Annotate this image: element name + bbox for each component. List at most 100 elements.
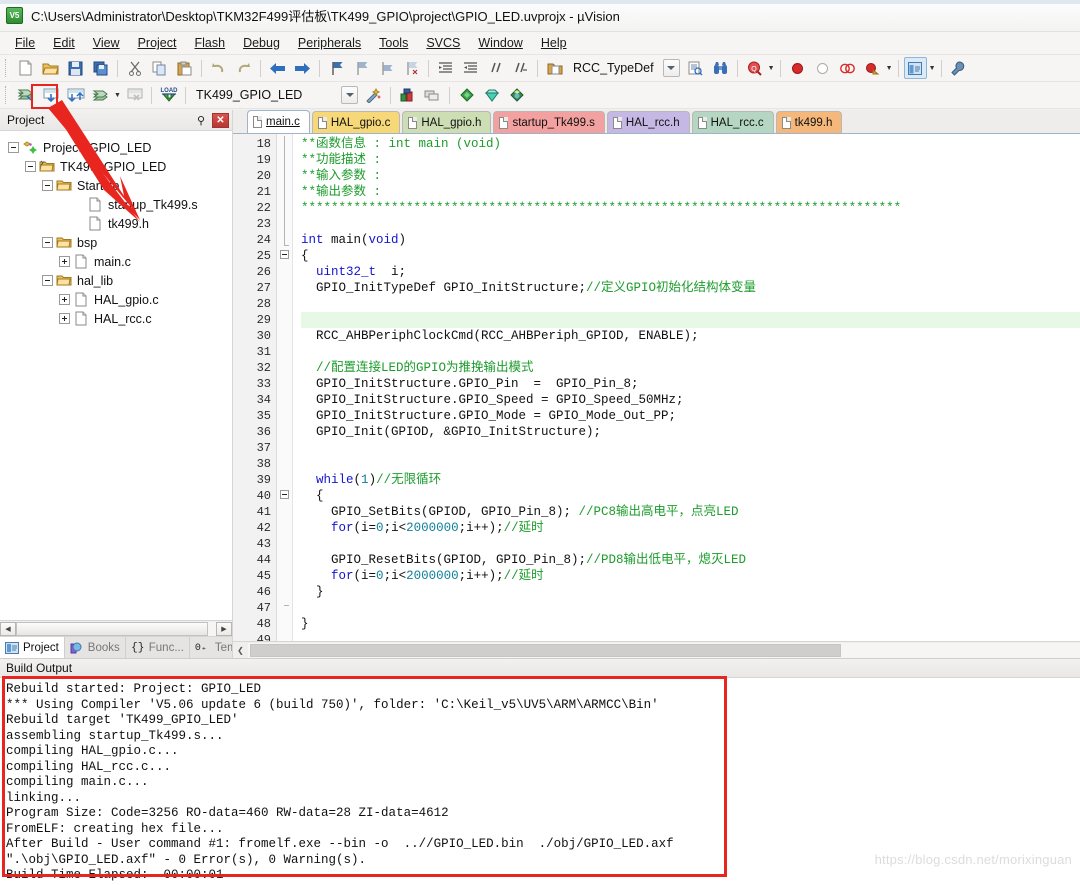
target-selector-value[interactable]: TK499_GPIO_LED	[190, 88, 338, 102]
select-software-packs-icon[interactable]	[505, 84, 528, 106]
tree-node-startup-file[interactable]: startup_Tk499.s	[0, 195, 232, 214]
expander-minus-icon[interactable]	[42, 237, 53, 248]
options-for-target-icon[interactable]	[362, 84, 385, 106]
multi-project-icon[interactable]	[421, 84, 444, 106]
tree-node-project[interactable]: Project: GPIO_LED	[0, 138, 232, 157]
undo-icon[interactable]	[207, 57, 230, 79]
pack-installer-icon[interactable]	[455, 84, 478, 106]
tab-templates[interactable]: 0₊ Temp...	[189, 637, 232, 658]
bookmark-prev-icon[interactable]	[350, 57, 373, 79]
tab-books[interactable]: Books	[64, 637, 126, 658]
manage-project-items-icon[interactable]	[396, 84, 419, 106]
indent-icon[interactable]	[434, 57, 457, 79]
editor-hscroll-track[interactable]	[248, 642, 1080, 658]
menu-debug[interactable]: Debug	[234, 33, 289, 53]
configure-tools-icon[interactable]	[947, 57, 970, 79]
translate-file-icon[interactable]	[14, 84, 37, 106]
build-toolbar-grip[interactable]	[5, 86, 9, 104]
navigate-back-icon[interactable]	[266, 57, 289, 79]
outdent-icon[interactable]	[459, 57, 482, 79]
build-target-icon[interactable]	[39, 84, 62, 106]
editor-tab-hal-gpio-c[interactable]: HAL_gpio.c	[311, 111, 401, 133]
scroll-left-icon[interactable]: ◀	[0, 621, 16, 636]
tree-node-hal-lib-group[interactable]: hal_lib	[0, 271, 232, 290]
editor-tab-tk499-h[interactable]: tk499.h	[775, 111, 843, 133]
project-panel-hscrollbar[interactable]: ◀ ▶	[0, 620, 232, 636]
bookmark-next-icon[interactable]	[375, 57, 398, 79]
fold-toggle-box[interactable]	[280, 490, 289, 499]
code-text[interactable]: **函数信息 : int main (void) **功能描述 : **输入参数 :…	[293, 134, 1080, 641]
code-editor[interactable]: 18 19 20 21 22 23 24 25 26 27 28 29 30 31 32 33 34 35 36 37…	[233, 134, 1080, 641]
kill-all-breakpoints-icon[interactable]	[836, 57, 859, 79]
disable-breakpoint-icon[interactable]	[811, 57, 834, 79]
tree-node-startup-group[interactable]: StartUp	[0, 176, 232, 195]
editor-tab-hal-rcc-c[interactable]: HAL_rcc.c	[691, 111, 774, 133]
bookmark-clear-icon[interactable]	[400, 57, 423, 79]
scroll-right-icon[interactable]: ▶	[216, 621, 232, 636]
download-load-icon[interactable]: LOAD	[157, 84, 180, 106]
disable-all-breakpoints-icon[interactable]	[861, 57, 884, 79]
cut-icon[interactable]	[123, 57, 146, 79]
batch-build-caret-icon[interactable]: ▼	[113, 85, 122, 105]
hscroll-thumb[interactable]	[16, 621, 208, 636]
tree-node-hal-rcc-c[interactable]: HAL_rcc.c	[0, 309, 232, 328]
batch-build-icon[interactable]	[89, 84, 112, 106]
layout-dropdown-caret-icon[interactable]: ▼	[928, 58, 937, 78]
close-icon[interactable]: ✕	[212, 112, 229, 128]
redo-icon[interactable]	[232, 57, 255, 79]
tree-node-hal-gpio-c[interactable]: HAL_gpio.c	[0, 290, 232, 309]
uncomment-icon[interactable]	[509, 57, 532, 79]
tree-node-bsp-group[interactable]: bsp	[0, 233, 232, 252]
editor-tab-hal-rcc-h[interactable]: HAL_rcc.h	[606, 111, 690, 133]
save-all-icon[interactable]	[89, 57, 112, 79]
tree-node-target[interactable]: TK499_GPIO_LED	[0, 157, 232, 176]
manage-run-time-environment-icon[interactable]	[480, 84, 503, 106]
chevron-down-icon[interactable]	[662, 59, 680, 77]
code-folding-column[interactable]	[277, 134, 293, 641]
breakpoints-dropdown-caret-icon[interactable]: ▼	[885, 58, 894, 78]
tab-project[interactable]: Project	[0, 637, 65, 658]
new-file-icon[interactable]	[14, 57, 37, 79]
pin-icon[interactable]: ⚲	[193, 112, 209, 128]
menu-view[interactable]: View	[84, 33, 129, 53]
editor-tab-main-c[interactable]: main.c	[247, 110, 310, 133]
editor-tab-hal-gpio-h[interactable]: HAL_gpio.h	[402, 111, 492, 133]
expander-plus-icon[interactable]	[59, 294, 70, 305]
expander-minus-icon[interactable]	[42, 275, 53, 286]
expander-minus-icon[interactable]	[42, 180, 53, 191]
open-include-icon[interactable]	[543, 57, 566, 79]
expander-plus-icon[interactable]	[59, 313, 70, 324]
comment-icon[interactable]	[484, 57, 507, 79]
open-file-icon[interactable]	[39, 57, 62, 79]
binoculars-find-icon[interactable]	[709, 57, 732, 79]
expander-plus-icon[interactable]	[59, 256, 70, 267]
project-tree[interactable]: Project: GPIO_LED TK499_GPIO_LED StartUp…	[0, 131, 232, 620]
insert-breakpoint-icon[interactable]	[786, 57, 809, 79]
navigate-forward-icon[interactable]	[291, 57, 314, 79]
scroll-left-icon[interactable]: ❮	[233, 643, 248, 658]
editor-hscrollbar[interactable]: ❮	[233, 641, 1080, 658]
toolbar-grip[interactable]	[5, 59, 9, 77]
menu-svcs[interactable]: SVCS	[417, 33, 469, 53]
editor-tab-startup-s[interactable]: startup_Tk499.s	[493, 111, 605, 133]
rebuild-all-icon[interactable]	[64, 84, 87, 106]
menu-help[interactable]: Help	[532, 33, 576, 53]
paste-icon[interactable]	[173, 57, 196, 79]
browse-dropdown-caret-icon[interactable]: ▼	[767, 58, 776, 78]
menu-flash[interactable]: Flash	[185, 33, 234, 53]
tree-node-main-c[interactable]: main.c	[0, 252, 232, 271]
bookmark-toggle-icon[interactable]	[325, 57, 348, 79]
menu-file[interactable]: File	[6, 33, 44, 53]
menu-project[interactable]: Project	[129, 33, 186, 53]
menu-tools[interactable]: Tools	[370, 33, 417, 53]
copy-icon[interactable]	[148, 57, 171, 79]
tree-node-tk499-header[interactable]: tk499.h	[0, 214, 232, 233]
target-chevron-down-icon[interactable]	[341, 86, 358, 104]
tab-functions[interactable]: {} Func...	[125, 637, 190, 658]
editor-hscroll-thumb[interactable]	[250, 643, 841, 657]
hscroll-track[interactable]	[16, 621, 216, 636]
menu-peripherals[interactable]: Peripherals	[289, 33, 370, 53]
fold-toggle-box[interactable]	[280, 250, 289, 259]
browse-symbol-icon[interactable]: Q	[743, 57, 766, 79]
menu-edit[interactable]: Edit	[44, 33, 84, 53]
